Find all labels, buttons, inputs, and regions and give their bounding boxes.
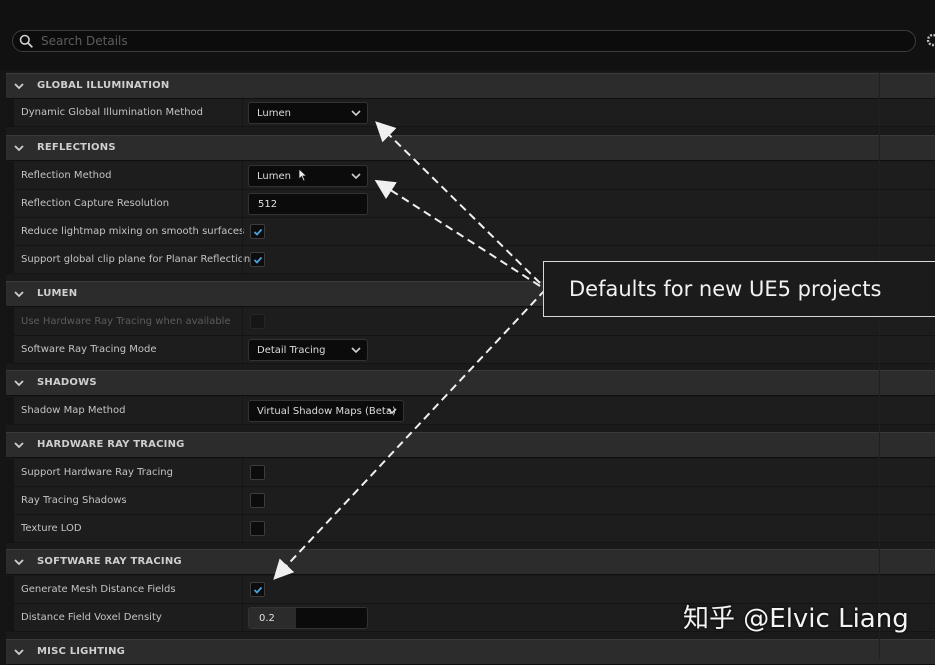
checkmark-icon — [253, 228, 263, 236]
chevron-down-icon — [351, 173, 361, 180]
chevron-down-icon — [14, 83, 24, 90]
property-label: Texture LOD — [21, 523, 82, 534]
property-label: Generate Mesh Distance Fields — [21, 584, 176, 595]
mouse-cursor-icon — [298, 168, 308, 182]
section-misc-lighting[interactable]: MISC LIGHTING — [6, 639, 935, 665]
row-reflection-capture-resolution: Reflection Capture Resolution 512 — [6, 190, 935, 218]
section-title: REFLECTIONS — [37, 142, 116, 153]
dgi-method-dropdown[interactable]: Lumen — [248, 102, 368, 124]
hw-rt-available-checkbox — [250, 314, 265, 329]
property-label: Use Hardware Ray Tracing when available — [21, 316, 231, 327]
chevron-down-icon — [14, 291, 24, 298]
section-hardware-ray-tracing[interactable]: HARDWARE RAY TRACING — [6, 432, 935, 458]
row-reflection-method: Reflection Method Lumen — [6, 162, 935, 190]
chevron-down-icon — [387, 408, 397, 415]
section-title: HARDWARE RAY TRACING — [37, 439, 185, 450]
property-label: Reduce lightmap mixing on smooth surface… — [21, 226, 245, 237]
property-label: Reflection Method — [21, 170, 112, 181]
property-label: Ray Tracing Shadows — [21, 495, 127, 506]
checkmark-icon — [253, 586, 263, 594]
row-dynamic-gi-method: Dynamic Global Illumination Method Lumen — [6, 99, 935, 127]
row-shadow-map-method: Shadow Map Method Virtual Shadow Maps (B… — [6, 397, 935, 425]
checkmark-icon — [253, 256, 263, 264]
property-label: Software Ray Tracing Mode — [21, 344, 157, 355]
reflection-method-dropdown[interactable]: Lumen — [248, 165, 368, 187]
property-label: Shadow Map Method — [21, 405, 126, 416]
chevron-down-icon — [351, 347, 361, 354]
property-label: Dynamic Global Illumination Method — [21, 107, 204, 118]
section-title: GLOBAL ILLUMINATION — [37, 80, 170, 91]
property-label: Support global clip plane for Planar Ref… — [21, 254, 256, 265]
rt-shadows-checkbox[interactable] — [250, 493, 265, 508]
details-panel: GLOBAL ILLUMINATION Dynamic Global Illum… — [6, 72, 935, 665]
row-software-rt-mode: Software Ray Tracing Mode Detail Tracing — [6, 336, 935, 364]
chevron-down-icon — [351, 110, 361, 117]
capture-resolution-input[interactable]: 512 — [248, 193, 368, 215]
shadow-map-method-dropdown[interactable]: Virtual Shadow Maps (Beta) — [248, 400, 404, 422]
section-reflections[interactable]: REFLECTIONS — [6, 135, 935, 161]
row-support-hw-rt: Support Hardware Ray Tracing — [6, 459, 935, 487]
gear-icon[interactable] — [924, 31, 935, 49]
property-label: Distance Field Voxel Density — [21, 612, 162, 623]
row-rt-shadows: Ray Tracing Shadows — [6, 487, 935, 515]
search-details-box[interactable] — [12, 30, 916, 52]
chevron-down-icon — [14, 380, 24, 387]
watermark: 知乎 @Elvic Liang — [683, 604, 909, 634]
chevron-down-icon — [14, 559, 24, 566]
row-reduce-lightmap-mixing: Reduce lightmap mixing on smooth surface… — [6, 218, 935, 246]
df-voxel-density-slider[interactable]: 0.2 — [248, 607, 368, 629]
section-software-ray-tracing[interactable]: SOFTWARE RAY TRACING — [6, 549, 935, 575]
chevron-down-icon — [14, 145, 24, 152]
texture-lod-checkbox[interactable] — [250, 521, 265, 536]
row-texture-lod: Texture LOD — [6, 515, 935, 543]
chevron-down-icon — [14, 442, 24, 449]
section-title: MISC LIGHTING — [37, 646, 126, 657]
callout-box: Defaults for new UE5 projects — [543, 261, 935, 317]
search-icon — [19, 34, 33, 48]
section-shadows[interactable]: SHADOWS — [6, 370, 935, 396]
search-details-input[interactable] — [39, 33, 903, 49]
property-label: Reflection Capture Resolution — [21, 198, 170, 209]
reduce-lightmap-checkbox[interactable] — [250, 224, 265, 239]
clip-plane-checkbox[interactable] — [250, 252, 265, 267]
chevron-down-icon — [14, 649, 24, 656]
details-topbar — [0, 0, 935, 70]
section-global-illumination[interactable]: GLOBAL ILLUMINATION — [6, 73, 935, 99]
support-hw-rt-checkbox[interactable] — [250, 465, 265, 480]
section-title: SOFTWARE RAY TRACING — [37, 556, 182, 567]
property-label: Support Hardware Ray Tracing — [21, 467, 173, 478]
sw-rt-mode-dropdown[interactable]: Detail Tracing — [248, 339, 368, 361]
gen-mesh-df-checkbox[interactable] — [250, 582, 265, 597]
section-title: LUMEN — [37, 288, 78, 299]
section-title: SHADOWS — [37, 377, 97, 388]
